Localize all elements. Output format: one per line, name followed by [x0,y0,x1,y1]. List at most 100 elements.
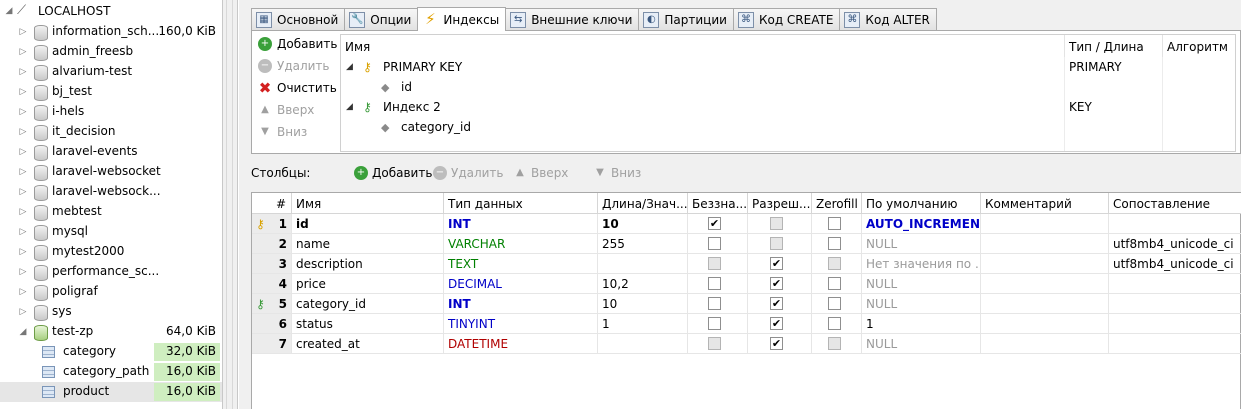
tree-database-item[interactable]: ▷ laravel-websocket [0,162,222,182]
tree-database-item[interactable]: ▷ mytest2000 [0,242,222,262]
index-name-header[interactable]: Имя [341,35,1065,57]
expand-icon[interactable]: ▷ [18,147,28,157]
zerofill-cell[interactable] [812,294,862,314]
collation-cell[interactable] [1109,214,1241,234]
table-row[interactable]: 4 price DECIMAL 10,2 ✔ NULL [252,274,1241,294]
unsigned-cell[interactable] [688,254,748,274]
columns-grid[interactable]: # Имя Тип данных Длина/Знач... Беззна...… [251,192,1241,409]
move-up-column-button[interactable]: ▲ Вверх [513,166,568,180]
expand-icon[interactable]: ▷ [18,187,28,197]
header-default[interactable]: По умолчанию [862,193,981,214]
allow-null-cell[interactable]: ✔ [748,294,812,314]
tree-database-item[interactable]: ▷ laravel-events [0,142,222,162]
tree-table-item[interactable]: category 32,0 KiB [0,342,222,362]
allow-null-cell[interactable] [748,214,812,234]
expand-icon[interactable]: ▷ [18,287,28,297]
collapse-icon[interactable]: ◢ [18,327,28,337]
splitter[interactable] [223,0,238,409]
default-cell[interactable]: 1 [862,314,981,334]
row-number-cell[interactable]: 4 [252,274,292,294]
default-cell[interactable]: NULL [862,294,981,314]
comment-cell[interactable] [981,234,1109,254]
table-row[interactable]: 7 created_at DATETIME ✔ NULL [252,334,1241,354]
default-cell[interactable]: AUTO_INCREMENT [862,214,981,234]
zerofill-checkbox[interactable] [828,217,841,230]
index-column[interactable]: ◆ id [341,77,1063,97]
comment-cell[interactable] [981,214,1109,234]
zerofill-checkbox[interactable] [828,277,841,290]
column-name-cell[interactable]: id [292,214,444,234]
expand-icon[interactable]: ▷ [18,67,28,77]
index-algorithm-header[interactable]: Алгоритм [1163,35,1235,57]
move-down-column-button[interactable]: ▼ Вниз [593,166,641,180]
column-type-cell[interactable]: INT [444,214,598,234]
column-name-cell[interactable]: description [292,254,444,274]
tab-0[interactable]: ▦ Основной [251,8,346,30]
allow-null-cell[interactable]: ✔ [748,274,812,294]
default-cell[interactable]: Нет значения по ... [862,254,981,274]
collation-cell[interactable]: utf8mb4_unicode_ci [1109,254,1241,274]
unsigned-cell[interactable] [688,334,748,354]
tree-database-item[interactable]: ▷ sys [0,302,222,322]
row-number-cell[interactable]: 7 [252,334,292,354]
allow-null-cell[interactable]: ✔ [748,254,812,274]
unsigned-cell[interactable] [688,294,748,314]
tab-3[interactable]: ⇆ Внешние ключи [505,8,640,30]
tree-database-item[interactable]: ▷ bj_test [0,82,222,102]
comment-cell[interactable] [981,314,1109,334]
tree-root[interactable]: ◢ ⟋ LOCALHOST [0,2,222,20]
row-number-cell[interactable]: 6 [252,314,292,334]
allow-null-checkbox[interactable]: ✔ [770,257,783,270]
expand-icon[interactable]: ▷ [18,307,28,317]
tree-database-item[interactable]: ▷ mysql [0,222,222,242]
index-tree[interactable]: Имя Тип / Длина Алгоритм ◢ ⚷ PRIMARY KEY… [340,34,1236,152]
unsigned-checkbox[interactable] [708,277,721,290]
unsigned-checkbox[interactable] [708,297,721,310]
allow-null-checkbox[interactable] [770,217,783,230]
row-number-cell[interactable]: ⚷ 1 [252,214,292,234]
comment-cell[interactable] [981,294,1109,314]
unsigned-cell[interactable] [688,274,748,294]
tree-database-item[interactable]: ▷ mebtest [0,202,222,222]
header-comment[interactable]: Комментарий [981,193,1109,214]
remove-index-button[interactable]: − Удалить [258,56,330,76]
allow-null-checkbox[interactable]: ✔ [770,337,783,350]
expand-icon[interactable]: ▷ [18,167,28,177]
header-length[interactable]: Длина/Знач... [598,193,688,214]
index-item[interactable]: ◢ ⚷ PRIMARY KEY [341,57,1063,77]
column-length-cell[interactable]: 10 [598,294,688,314]
allow-null-checkbox[interactable]: ✔ [770,297,783,310]
index-column[interactable]: ◆ category_id [341,117,1063,137]
header-name[interactable]: Имя [292,193,444,214]
tab-1[interactable]: 🔧 Опции [344,8,419,30]
tab-5[interactable]: ⌘ Код CREATE [732,8,841,30]
table-row[interactable]: ⚷ 1 id INT 10 ✔ AUTO_INCREMENT [252,214,1241,234]
row-number-cell[interactable]: 2 [252,234,292,254]
column-name-cell[interactable]: created_at [292,334,444,354]
allow-null-cell[interactable]: ✔ [748,314,812,334]
comment-cell[interactable] [981,334,1109,354]
zerofill-checkbox[interactable] [828,257,841,270]
zerofill-cell[interactable] [812,334,862,354]
unsigned-checkbox[interactable] [708,337,721,350]
tree-database-item[interactable]: ▷ laravel-websock... [0,182,222,202]
collapse-icon[interactable]: ◢ [4,6,14,16]
column-name-cell[interactable]: status [292,314,444,334]
comment-cell[interactable] [981,274,1109,294]
expand-icon[interactable]: ▷ [18,227,28,237]
comment-cell[interactable] [981,254,1109,274]
expand-icon[interactable]: ▷ [18,127,28,137]
table-row[interactable]: 2 name VARCHAR 255 NULL utf8mb4_unicode_ci [252,234,1241,254]
unsigned-cell[interactable]: ✔ [688,214,748,234]
tree-database-item[interactable]: ▷ poligraf [0,282,222,302]
column-length-cell[interactable]: 1 [598,314,688,334]
zerofill-cell[interactable] [812,214,862,234]
allow-null-cell[interactable] [748,234,812,254]
tree-table-item[interactable]: category_path 16,0 KiB [0,362,222,382]
move-up-index-button[interactable]: ▲ Вверх [258,100,314,120]
add-index-button[interactable]: + Добавить [258,34,337,54]
index-type-header[interactable]: Тип / Длина [1065,35,1163,57]
database-tree[interactable]: ◢ ⟋ LOCALHOST ▷ information_sch... 160,0 K… [0,0,223,409]
expand-icon[interactable]: ▷ [18,27,28,37]
zerofill-cell[interactable] [812,234,862,254]
